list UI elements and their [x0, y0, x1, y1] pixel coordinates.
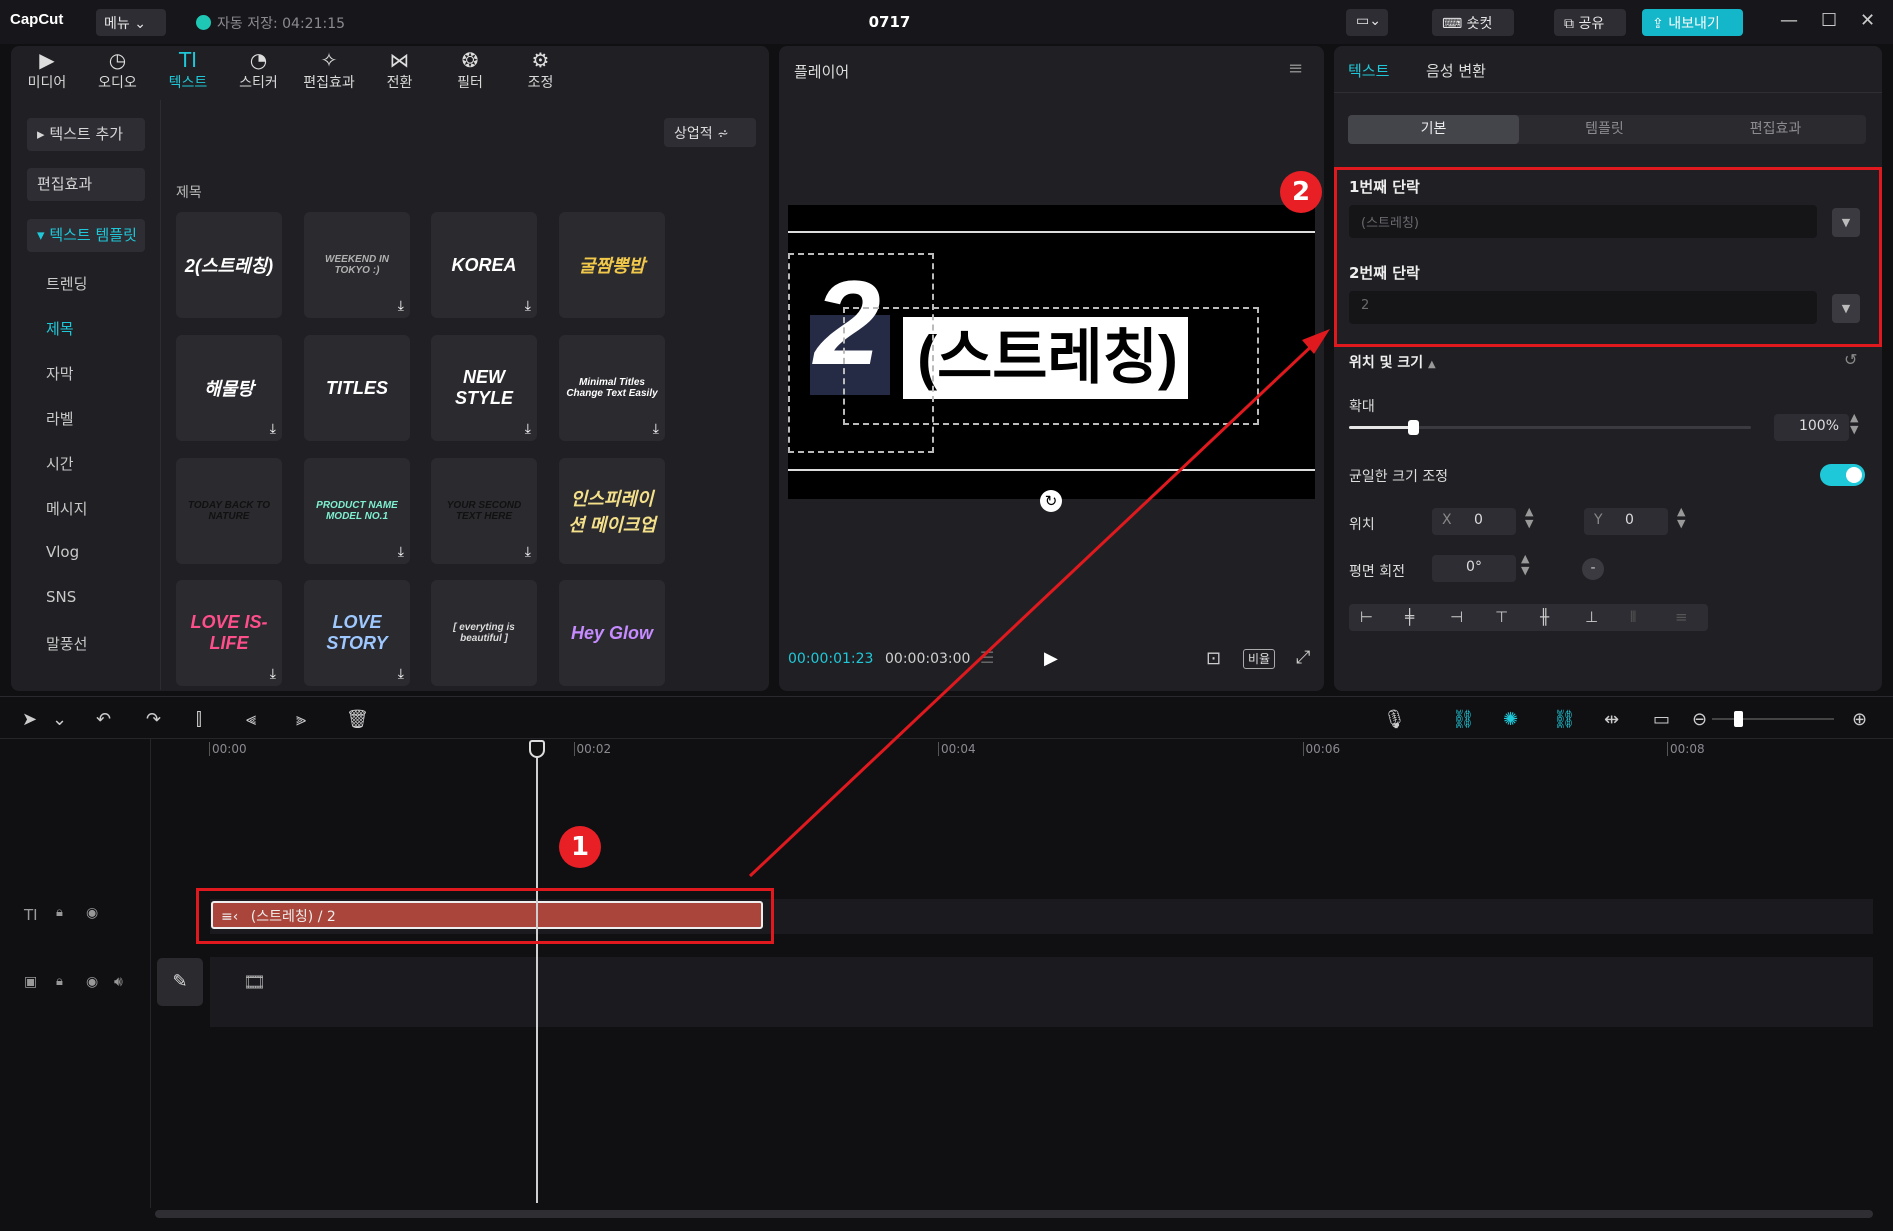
arrow-line	[748, 338, 1320, 878]
annotation-arrow	[748, 329, 1330, 878]
